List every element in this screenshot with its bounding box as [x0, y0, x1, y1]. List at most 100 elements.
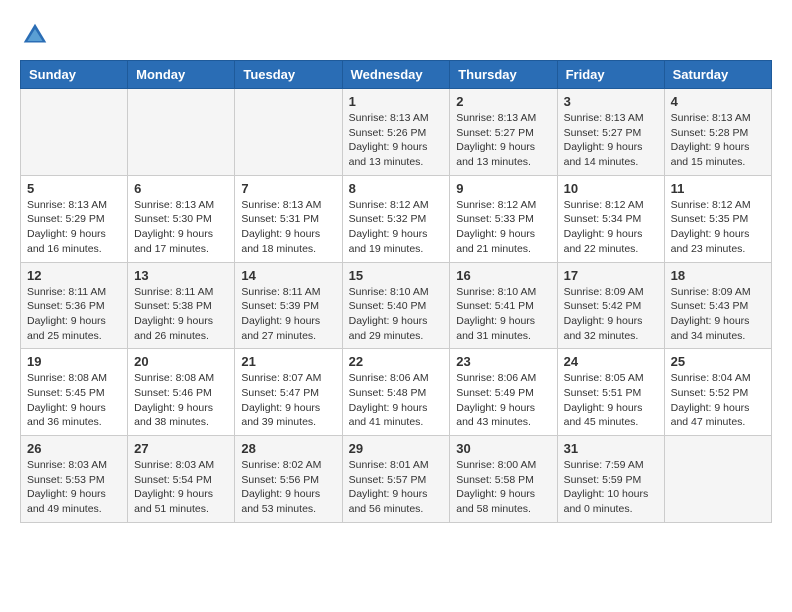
- day-number: 3: [564, 94, 658, 109]
- day-number: 6: [134, 181, 228, 196]
- day-number: 12: [27, 268, 121, 283]
- calendar-cell: 23Sunrise: 8:06 AMSunset: 5:49 PMDayligh…: [450, 349, 557, 436]
- day-info: Sunrise: 8:11 AMSunset: 5:36 PMDaylight:…: [27, 285, 121, 344]
- day-info: Sunrise: 7:59 AMSunset: 5:59 PMDaylight:…: [564, 458, 658, 517]
- calendar-header-monday: Monday: [128, 61, 235, 89]
- day-number: 1: [349, 94, 444, 109]
- calendar-cell: 14 Sunrise: 8:11 AMSunset: 5:39 PMDayligh…: [235, 262, 342, 349]
- calendar-header-wednesday: Wednesday: [342, 61, 450, 89]
- calendar-cell: 26 Sunrise: 8:03 AMSunset: 5:53 PMDayligh…: [21, 436, 128, 523]
- day-number: 27: [134, 441, 228, 456]
- calendar-week-row: 5 Sunrise: 8:13 AMSunset: 5:29 PMDaylight…: [21, 175, 772, 262]
- day-info: Sunrise: 8:13 AMSunset: 5:27 PMDaylight:…: [564, 111, 658, 170]
- day-number: 20: [134, 354, 228, 369]
- day-info: Sunrise: 8:07 AMSunset: 5:47 PMDaylight:…: [241, 371, 335, 430]
- calendar-cell: 20 Sunrise: 8:08 AMSunset: 5:46 PMDayligh…: [128, 349, 235, 436]
- calendar-table: SundayMondayTuesdayWednesdayThursdayFrid…: [20, 60, 772, 523]
- calendar-cell: 3 Sunrise: 8:13 AMSunset: 5:27 PMDaylight…: [557, 89, 664, 176]
- calendar-cell: 29 Sunrise: 8:01 AMSunset: 5:57 PMDayligh…: [342, 436, 450, 523]
- day-number: 21: [241, 354, 335, 369]
- calendar-header-friday: Friday: [557, 61, 664, 89]
- day-number: 23: [456, 354, 550, 369]
- day-number: 17: [564, 268, 658, 283]
- calendar-header-sunday: Sunday: [21, 61, 128, 89]
- day-number: 8: [349, 181, 444, 196]
- calendar-cell: 17 Sunrise: 8:09 AMSunset: 5:42 PMDayligh…: [557, 262, 664, 349]
- day-info: Sunrise: 8:08 AMSunset: 5:46 PMDaylight:…: [134, 371, 228, 430]
- calendar-cell: 4 Sunrise: 8:13 AMSunset: 5:28 PMDaylight…: [664, 89, 771, 176]
- calendar-cell: 13Sunrise: 8:11 AMSunset: 5:38 PMDayligh…: [128, 262, 235, 349]
- calendar-cell: 15Sunrise: 8:10 AMSunset: 5:40 PMDayligh…: [342, 262, 450, 349]
- calendar-cell: 12 Sunrise: 8:11 AMSunset: 5:36 PMDayligh…: [21, 262, 128, 349]
- calendar-cell: 11 Sunrise: 8:12 AMSunset: 5:35 PMDayligh…: [664, 175, 771, 262]
- day-number: 26: [27, 441, 121, 456]
- day-info: Sunrise: 8:11 AMSunset: 5:39 PMDaylight:…: [241, 285, 335, 344]
- day-number: 22: [349, 354, 444, 369]
- calendar-week-row: 26 Sunrise: 8:03 AMSunset: 5:53 PMDayligh…: [21, 436, 772, 523]
- calendar-week-row: 19Sunrise: 8:08 AMSunset: 5:45 PMDayligh…: [21, 349, 772, 436]
- calendar-header-row: SundayMondayTuesdayWednesdayThursdayFrid…: [21, 61, 772, 89]
- day-info: Sunrise: 8:03 AMSunset: 5:53 PMDaylight:…: [27, 458, 121, 517]
- day-info: Sunrise: 8:11 AMSunset: 5:38 PMDaylight:…: [134, 285, 228, 344]
- day-number: 10: [564, 181, 658, 196]
- day-info: Sunrise: 8:13 AMSunset: 5:27 PMDaylight:…: [456, 111, 550, 170]
- calendar-cell: 9 Sunrise: 8:12 AMSunset: 5:33 PMDaylight…: [450, 175, 557, 262]
- calendar-header-saturday: Saturday: [664, 61, 771, 89]
- calendar-header-tuesday: Tuesday: [235, 61, 342, 89]
- calendar-cell: 8 Sunrise: 8:12 AMSunset: 5:32 PMDaylight…: [342, 175, 450, 262]
- day-number: 4: [671, 94, 765, 109]
- day-info: Sunrise: 8:01 AMSunset: 5:57 PMDaylight:…: [349, 458, 444, 517]
- day-info: Sunrise: 8:03 AMSunset: 5:54 PMDaylight:…: [134, 458, 228, 517]
- logo-icon: [20, 20, 50, 50]
- calendar-cell: 1 Sunrise: 8:13 AMSunset: 5:26 PMDaylight…: [342, 89, 450, 176]
- day-info: Sunrise: 8:02 AMSunset: 5:56 PMDaylight:…: [241, 458, 335, 517]
- calendar-week-row: 1 Sunrise: 8:13 AMSunset: 5:26 PMDaylight…: [21, 89, 772, 176]
- calendar-week-row: 12 Sunrise: 8:11 AMSunset: 5:36 PMDayligh…: [21, 262, 772, 349]
- calendar-cell: 21 Sunrise: 8:07 AMSunset: 5:47 PMDayligh…: [235, 349, 342, 436]
- page-header: [20, 20, 772, 50]
- day-number: 7: [241, 181, 335, 196]
- day-number: 31: [564, 441, 658, 456]
- calendar-cell: 30 Sunrise: 8:00 AMSunset: 5:58 PMDayligh…: [450, 436, 557, 523]
- calendar-cell: 25 Sunrise: 8:04 AMSunset: 5:52 PMDayligh…: [664, 349, 771, 436]
- day-number: 9: [456, 181, 550, 196]
- calendar-cell: [235, 89, 342, 176]
- calendar-cell: 31 Sunrise: 7:59 AMSunset: 5:59 PMDayligh…: [557, 436, 664, 523]
- calendar-cell: 7Sunrise: 8:13 AMSunset: 5:31 PMDaylight…: [235, 175, 342, 262]
- day-info: Sunrise: 8:00 AMSunset: 5:58 PMDaylight:…: [456, 458, 550, 517]
- day-number: 16: [456, 268, 550, 283]
- day-number: 11: [671, 181, 765, 196]
- day-info: Sunrise: 8:09 AMSunset: 5:43 PMDaylight:…: [671, 285, 765, 344]
- day-number: 29: [349, 441, 444, 456]
- day-info: Sunrise: 8:10 AMSunset: 5:41 PMDaylight:…: [456, 285, 550, 344]
- calendar-cell: 18 Sunrise: 8:09 AMSunset: 5:43 PMDayligh…: [664, 262, 771, 349]
- day-info: Sunrise: 8:05 AMSunset: 5:51 PMDaylight:…: [564, 371, 658, 430]
- day-info: Sunrise: 8:12 AMSunset: 5:32 PMDaylight:…: [349, 198, 444, 257]
- day-number: 2: [456, 94, 550, 109]
- calendar-cell: [21, 89, 128, 176]
- day-number: 24: [564, 354, 658, 369]
- day-info: Sunrise: 8:12 AMSunset: 5:35 PMDaylight:…: [671, 198, 765, 257]
- calendar-cell: 5 Sunrise: 8:13 AMSunset: 5:29 PMDaylight…: [21, 175, 128, 262]
- day-number: 18: [671, 268, 765, 283]
- calendar-header-thursday: Thursday: [450, 61, 557, 89]
- day-number: 30: [456, 441, 550, 456]
- day-info: Sunrise: 8:04 AMSunset: 5:52 PMDaylight:…: [671, 371, 765, 430]
- day-number: 19: [27, 354, 121, 369]
- calendar-cell: 16 Sunrise: 8:10 AMSunset: 5:41 PMDayligh…: [450, 262, 557, 349]
- day-info: Sunrise: 8:13 AMSunset: 5:29 PMDaylight:…: [27, 198, 121, 257]
- day-info: Sunrise: 8:13 AMSunset: 5:26 PMDaylight:…: [349, 111, 444, 170]
- calendar-cell: 22Sunrise: 8:06 AMSunset: 5:48 PMDayligh…: [342, 349, 450, 436]
- day-number: 15: [349, 268, 444, 283]
- calendar-cell: 19Sunrise: 8:08 AMSunset: 5:45 PMDayligh…: [21, 349, 128, 436]
- day-number: 28: [241, 441, 335, 456]
- day-info: Sunrise: 8:12 AMSunset: 5:33 PMDaylight:…: [456, 198, 550, 257]
- day-info: Sunrise: 8:09 AMSunset: 5:42 PMDaylight:…: [564, 285, 658, 344]
- day-number: 14: [241, 268, 335, 283]
- calendar-cell: 28 Sunrise: 8:02 AMSunset: 5:56 PMDayligh…: [235, 436, 342, 523]
- day-number: 5: [27, 181, 121, 196]
- day-number: 25: [671, 354, 765, 369]
- day-info: Sunrise: 8:13 AMSunset: 5:28 PMDaylight:…: [671, 111, 765, 170]
- calendar-cell: 27 Sunrise: 8:03 AMSunset: 5:54 PMDayligh…: [128, 436, 235, 523]
- logo: [20, 20, 54, 50]
